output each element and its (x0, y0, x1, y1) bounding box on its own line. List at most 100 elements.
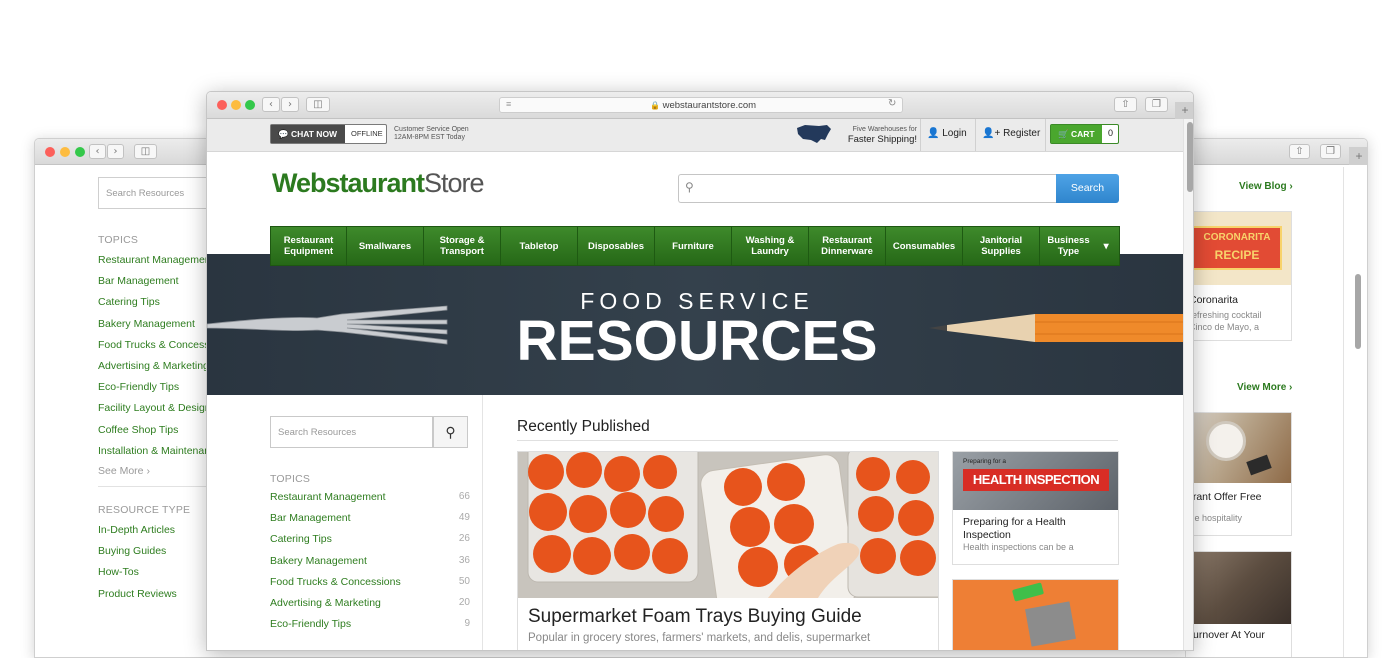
topic-link[interactable]: Food Trucks & Concessions (270, 576, 401, 588)
featured-article-card[interactable]: Supermarket Foam Trays Buying Guide Popu… (517, 451, 939, 650)
health-inspection-image-big-text: HEALTH INSPECTION (963, 469, 1109, 491)
sidebar-toggle-icon[interactable]: ◫ (306, 97, 330, 112)
divider (98, 486, 208, 487)
back-resource-type-link[interactable]: In-Depth Articles (98, 524, 175, 536)
reader-icon[interactable]: ≡ (506, 99, 511, 109)
back-icon[interactable]: ‹ (262, 97, 280, 112)
topic-link[interactable]: Catering Tips (270, 533, 332, 545)
topic-row[interactable]: Bar Management 49 (270, 512, 470, 524)
back-topic-link[interactable]: Advertising & Marketing (98, 360, 209, 372)
back-topic-link[interactable]: Eco-Friendly Tips (98, 381, 179, 393)
site-search-input[interactable]: ⚲ (678, 174, 1056, 203)
side-article-card[interactable]: Preparing for a HEALTH INSPECTION Prepar… (952, 451, 1119, 565)
login-link[interactable]: 👤 Login (927, 128, 967, 139)
topic-count: 36 (458, 554, 470, 566)
nav-item-label: Tabletop (520, 241, 559, 252)
nav-item[interactable]: Disposables (578, 227, 655, 265)
cart-label-area: 🛒 CART (1051, 125, 1102, 143)
sidebar-toggle-icon[interactable]: ◫ (134, 144, 157, 159)
register-label: Register (1003, 128, 1041, 139)
coronarita-image: CORONARITA RECIPE (1186, 212, 1291, 285)
topic-link[interactable]: Bakery Management (270, 555, 367, 567)
back-resource-type-link[interactable]: Buying Guides (98, 545, 166, 557)
chat-widget[interactable]: 💬 CHAT NOW OFFLINE (270, 124, 387, 144)
cart-button[interactable]: 🛒 CART 0 (1050, 124, 1119, 144)
back-search-placeholder: Search Resources (106, 188, 185, 199)
address-bar[interactable]: ≡ 🔒 webstaurantstore.com ↻ (499, 97, 903, 113)
topic-link[interactable]: Restaurant Management (270, 491, 386, 503)
chat-now-button[interactable]: 💬 CHAT NOW (271, 125, 345, 143)
nav-item[interactable]: Furniture (655, 227, 732, 265)
back-topic-link[interactable]: Coffee Shop Tips (98, 424, 178, 436)
new-tab-icon[interactable]: + (1175, 102, 1193, 119)
back-article-card[interactable]: urant Offer Free the hospitality (1185, 412, 1292, 536)
forward-icon[interactable]: › (107, 144, 124, 159)
zoom-window-button[interactable] (75, 147, 85, 157)
back-icon[interactable]: ‹ (89, 144, 106, 159)
back-scrollbar-thumb[interactable] (1355, 274, 1361, 349)
close-window-button[interactable] (45, 147, 55, 157)
topic-link[interactable]: Advertising & Marketing (270, 597, 381, 609)
nav-item[interactable]: Tabletop (501, 227, 578, 265)
nav-item[interactable]: Washing & Laundry (732, 227, 809, 265)
resources-search-input[interactable]: Search Resources (270, 416, 433, 448)
view-more-link[interactable]: View More › (1237, 382, 1292, 393)
warehouse-promo[interactable]: Five Warehouses for Faster Shipping! (839, 125, 917, 145)
back-topic-link[interactable]: Bar Management (98, 275, 179, 287)
forward-icon[interactable]: › (281, 97, 299, 112)
site-logo[interactable]: WebstaurantStore (272, 168, 485, 199)
share-icon[interactable]: ⇧ (1114, 97, 1137, 112)
back-resource-type-link[interactable]: Product Reviews (98, 588, 177, 600)
nav-item[interactable]: Restaurant Equipment (271, 227, 347, 265)
topic-row[interactable]: Restaurant Management 66 (270, 491, 470, 503)
minimize-window-button[interactable] (60, 147, 70, 157)
back-topic-link[interactable]: Restaurant Management (98, 254, 214, 266)
topic-row[interactable]: Eco-Friendly Tips 9 (270, 618, 470, 630)
nav-item[interactable]: Janitorial Supplies (963, 227, 1040, 265)
back-topic-link[interactable]: Facility Layout & Design (98, 402, 211, 414)
nav-label-line1: Restaurant (822, 235, 872, 246)
search-button[interactable]: Search (1056, 174, 1119, 203)
back-article-card[interactable]: Turnover At Your (1185, 551, 1292, 657)
view-blog-link[interactable]: View Blog › (1239, 181, 1293, 192)
register-link[interactable]: 👤+ Register (982, 128, 1040, 139)
page-scrollbar[interactable] (1183, 119, 1193, 650)
reload-icon[interactable]: ↻ (888, 98, 896, 109)
back-blog-card[interactable]: CORONARITA RECIPE Coronarita refreshing … (1185, 211, 1292, 341)
nav-item[interactable]: Business Type ▾ (1040, 227, 1116, 265)
share-icon[interactable]: ⇧ (1289, 144, 1310, 159)
back-resource-type-heading: RESOURCE TYPE (98, 504, 191, 516)
tabs-overview-icon[interactable]: ❐ (1145, 97, 1168, 112)
zoom-window-button[interactable] (245, 100, 255, 110)
card-title: Turnover At Your (1187, 629, 1265, 641)
scrollbar-thumb[interactable] (1187, 122, 1193, 192)
nav-item[interactable]: Consumables (886, 227, 963, 265)
divider (975, 119, 976, 151)
topic-row[interactable]: Advertising & Marketing 20 (270, 597, 470, 609)
topic-row[interactable]: Food Trucks & Concessions 50 (270, 576, 470, 588)
back-resource-type-link[interactable]: How-Tos (98, 566, 139, 578)
topic-row[interactable]: Bakery Management 36 (270, 555, 470, 567)
see-more-link[interactable]: See More › (98, 465, 150, 477)
back-topic-link[interactable]: Catering Tips (98, 296, 160, 308)
nav-label-line1: Furniture (672, 240, 714, 252)
side-article-card[interactable] (952, 579, 1119, 650)
tabs-overview-icon[interactable]: ❐ (1320, 144, 1341, 159)
site-utility-bar: 💬 CHAT NOW OFFLINE Customer Service Open… (207, 119, 1183, 152)
close-window-button[interactable] (217, 100, 227, 110)
topic-link[interactable]: Eco-Friendly Tips (270, 618, 351, 630)
offline-status: OFFLINE (351, 129, 383, 138)
nav-item[interactable]: Storage & Transport (424, 227, 501, 265)
nav-item[interactable]: Smallwares (347, 227, 424, 265)
side-article-title[interactable]: Preparing for a Health Inspection (963, 516, 1113, 541)
nav-item[interactable]: Restaurant Dinnerware (809, 227, 886, 265)
topic-row[interactable]: Catering Tips 26 (270, 533, 470, 545)
new-tab-icon[interactable]: + (1349, 147, 1367, 165)
back-topic-link[interactable]: Bakery Management (98, 318, 195, 330)
search-icon[interactable]: ⚲ (433, 416, 468, 448)
minimize-window-button[interactable] (231, 100, 241, 110)
featured-article-title[interactable]: Supermarket Foam Trays Buying Guide (528, 606, 862, 628)
topic-link[interactable]: Bar Management (270, 512, 351, 524)
back-topic-link[interactable]: Installation & Maintenance (98, 445, 221, 457)
nav-item-label: Washing & Laundry (746, 235, 795, 257)
